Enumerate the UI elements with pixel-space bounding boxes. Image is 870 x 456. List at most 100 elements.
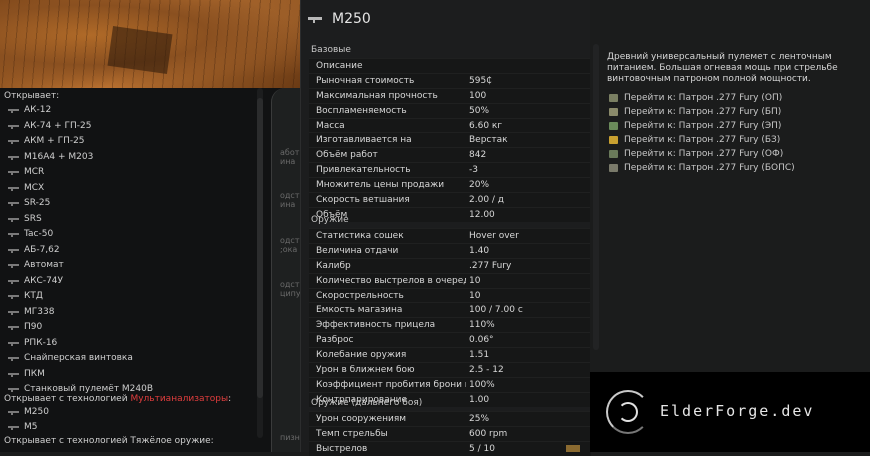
stat-name: Величина отдачи — [316, 245, 399, 256]
item-description: Древний универсальный пулемет с ленточны… — [607, 52, 838, 84]
craft-item-label: АК-74 + ГП-25 — [24, 120, 92, 131]
ammo-link[interactable]: Перейти к: Патрон .277 Fury (ОФ) — [609, 147, 783, 160]
ammo-link-label: Перейти к: Патрон .277 Fury (ОФ) — [624, 148, 784, 159]
stat-value: Hover over — [469, 230, 519, 241]
craft-list-item[interactable]: АКМ + ГП-25 — [8, 134, 85, 148]
craft-list-item[interactable]: П90 — [8, 320, 42, 334]
stat-name: Множитель цены продажи — [316, 180, 445, 191]
stat-value: 6.60 кг — [469, 120, 503, 131]
stat-name: Воспламеняемость — [316, 105, 407, 116]
stat-row[interactable]: Воспламеняемость 50% — [309, 102, 591, 118]
stat-row[interactable]: Колебание оружия 1.51 — [309, 347, 591, 363]
craft-item-label: Автомат — [24, 260, 64, 270]
weapon-icon — [8, 426, 19, 430]
craft-list-item[interactable]: Tac-50 — [8, 227, 53, 241]
stat-row[interactable]: Выстрелов 5 / 10 — [309, 440, 591, 456]
craft-item-label: АКМ + ГП-25 — [24, 136, 85, 146]
stat-row[interactable]: Урон сооружениям 25% — [309, 411, 591, 426]
stat-row[interactable]: Статистика сошек Hover over — [309, 228, 591, 243]
stat-row[interactable]: Ёмкость магазина 100 / 7.00 с — [309, 302, 591, 318]
stat-row[interactable]: Масса 6.60 кг — [309, 117, 591, 133]
ammo-link[interactable]: Перейти к: Патрон .277 Fury (БЗ) — [609, 133, 780, 146]
tech-list-item[interactable]: M250 — [8, 405, 49, 419]
ammo-link-label: Перейти к: Патрон .277 Fury (ОП) — [624, 92, 783, 103]
tech-list-item[interactable]: M5 — [8, 420, 38, 434]
craft-list-item[interactable]: МГ338 — [8, 305, 54, 319]
left-scrollbar[interactable] — [257, 88, 263, 438]
craft-item-label: МГ338 — [24, 306, 55, 317]
weapon-icon — [8, 326, 19, 330]
craft-list-item[interactable]: MCR — [8, 165, 44, 179]
weapon-icon — [8, 186, 19, 191]
stat-row[interactable]: Величина отдачи 1.40 — [309, 242, 591, 258]
tech-name-link[interactable]: Мультианализаторы — [130, 394, 228, 404]
section-weapon-rows: Статистика сошек Hover over Величина отдач… — [309, 228, 591, 407]
stat-name: Количество выстрелов в очереди — [316, 275, 466, 286]
stat-row[interactable]: Коэффициент пробития брони в 100% — [309, 376, 591, 392]
stat-row[interactable]: Множитель цены продажи 20% — [309, 177, 591, 193]
left-scrollbar-thumb[interactable] — [257, 98, 263, 398]
stat-value: 25% — [469, 413, 490, 424]
craft-item-label: MCR — [24, 167, 45, 177]
stats-scrollbar[interactable] — [593, 44, 599, 350]
stat-row[interactable]: Скорость ветшания 2.00 / д — [309, 192, 591, 207]
stat-row[interactable]: Урон в ближнем бою 2.5 - 12 — [309, 362, 591, 377]
ammo-link-label: Перейти к: Патрон .277 Fury (БЗ) — [624, 134, 781, 145]
stat-name: Скорость ветшания — [316, 194, 410, 205]
craft-item-label: КТД — [24, 291, 43, 301]
ammo-link[interactable]: Перейти к: Патрон .277 Fury (БП) — [609, 105, 781, 118]
craft-list-item[interactable]: M16A4 + M203 — [8, 150, 93, 164]
craft-list-item[interactable]: АК-12 — [8, 103, 51, 117]
stat-value: 600 rpm — [469, 428, 508, 439]
craft-list-item[interactable]: АК-74 + ГП-25 — [8, 119, 91, 133]
stat-value: 1.00 — [469, 394, 490, 405]
ammo-link[interactable]: Перейти к: Патрон .277 Fury (ЭП) — [609, 119, 781, 132]
ammo-link[interactable]: Перейти к: Патрон .277 Fury (ОП) — [609, 91, 782, 104]
stat-row[interactable]: Максимальная прочность 100 — [309, 87, 591, 103]
stat-row[interactable]: Разброс 0.06° — [309, 332, 591, 348]
craft-list-item[interactable]: АКС-74У — [8, 274, 63, 288]
stat-row[interactable]: Объём работ 842 — [309, 147, 591, 163]
stat-value: 1.40 — [469, 245, 490, 256]
craft-list-item[interactable]: РПК-16 — [8, 336, 57, 350]
stat-row[interactable]: Скорострельность 10 — [309, 287, 591, 303]
stat-value: -3 — [469, 165, 478, 176]
weapon-icon — [8, 109, 19, 113]
stat-name: Рыночная стоимость — [316, 75, 415, 86]
craft-list-item[interactable]: Автомат — [8, 258, 64, 272]
stat-name: Объём работ — [316, 150, 378, 161]
craft-list-item[interactable]: SR-25 — [8, 196, 50, 210]
stat-row[interactable]: Объём 12.00 — [309, 206, 591, 222]
info-card-header: M250 — [300, 0, 590, 42]
ammo-icon — [609, 121, 618, 130]
stat-value: 0.06° — [469, 335, 494, 346]
stat-name: Калибр — [316, 260, 351, 271]
craft-list-item[interactable]: MCX — [8, 181, 44, 195]
craft-list-item[interactable]: SRS — [8, 212, 42, 226]
craft-item-label: M16A4 + M203 — [24, 151, 94, 162]
section-weapon-title: Оружие — [311, 215, 349, 225]
weapon-icon — [8, 155, 19, 160]
craft-list-item[interactable]: АБ-7,62 — [8, 243, 60, 257]
stat-row[interactable]: Эффективность прицела 110% — [309, 317, 591, 333]
stat-row[interactable]: Описание — [309, 58, 591, 73]
stat-row[interactable]: Привлекательность -3 — [309, 162, 591, 178]
stat-row[interactable]: Рыночная стоимость 595₵ — [309, 72, 591, 88]
stat-row[interactable]: Количество выстрелов в очереди 10 — [309, 272, 591, 288]
craft-list-item[interactable]: КТД — [8, 289, 43, 303]
window-corner-handle — [566, 445, 580, 452]
stat-value: Верстак — [469, 135, 508, 146]
stat-row[interactable]: Темп стрельбы 600 rpm — [309, 425, 591, 441]
stat-row[interactable]: Калибр .277 Fury — [309, 257, 591, 273]
craft-list-item[interactable]: Снайперская винтовка — [8, 351, 133, 365]
stat-name: Коэффициент пробития брони в — [316, 379, 466, 390]
craft-item-label: MCX — [24, 182, 45, 193]
tech-suffix: : — [228, 394, 232, 404]
stat-row[interactable]: Изготавливается на Верстак — [309, 132, 591, 148]
stat-value: 100 — [469, 90, 487, 101]
section-ranged-rows: Урон сооружениям 25% Темп стрельбы 600 rpm В… — [309, 411, 591, 456]
craft-list-item[interactable]: ПКМ — [8, 367, 45, 381]
stat-name: Изготавливается на — [316, 135, 412, 146]
ammo-link[interactable]: Перейти к: Патрон .277 Fury (БОПС) — [609, 161, 795, 174]
stat-name: Урон сооружениям — [316, 413, 407, 424]
